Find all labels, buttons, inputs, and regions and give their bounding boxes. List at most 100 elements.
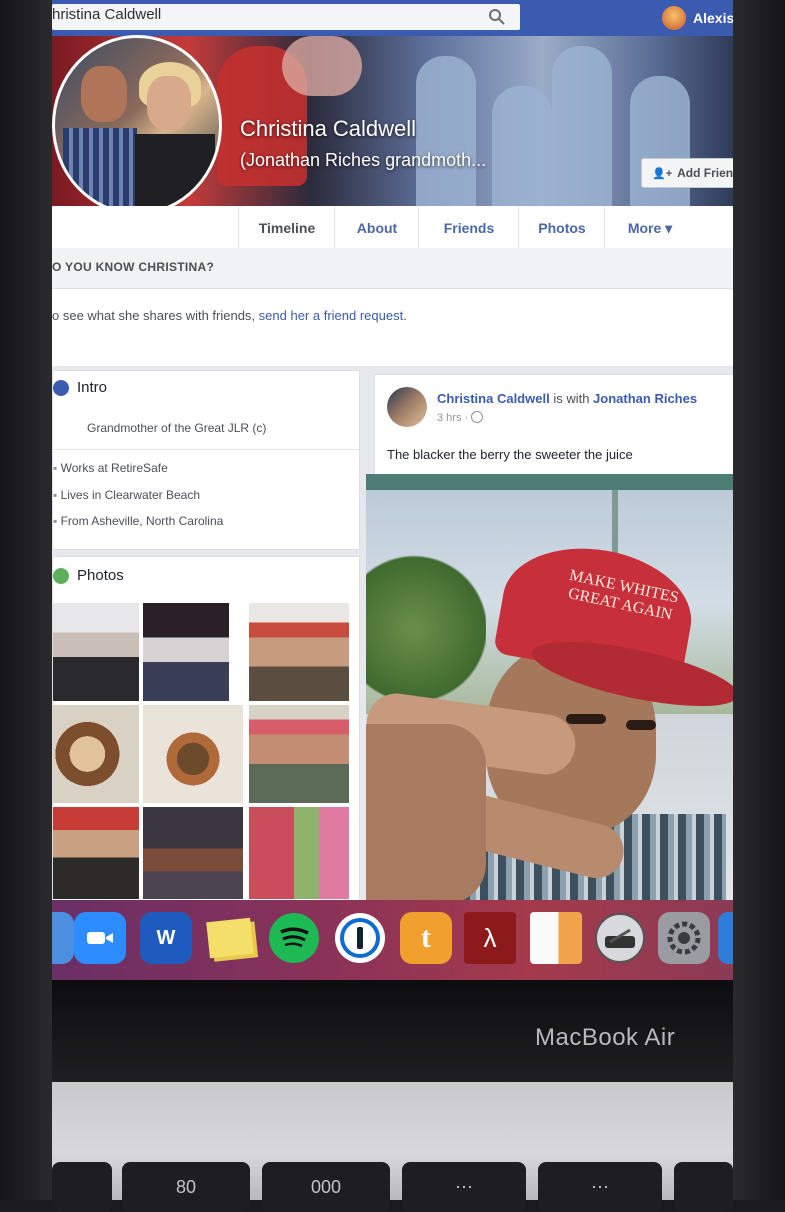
profile-alternate-name: (Jonathan Riches grandmoth... — [240, 150, 487, 170]
finder-icon[interactable] — [52, 912, 74, 964]
key-label: 80 — [175, 1176, 197, 1197]
window-frame — [366, 474, 733, 490]
add-friend-icon: 👤+ — [652, 167, 673, 180]
photo-thumbnail[interactable] — [53, 603, 139, 701]
app-icon-partial[interactable] — [718, 912, 733, 964]
person-face — [81, 66, 127, 122]
friend-prompt-text: o see what she shares with friends, send… — [52, 308, 407, 323]
intro-work-text: Works at RetireSafe — [60, 461, 168, 475]
intro-from: ▪ From Asheville, North Carolina — [53, 514, 224, 528]
intro-heading: Intro — [53, 379, 107, 396]
hand — [366, 724, 486, 904]
globe-icon — [53, 379, 69, 396]
video-camera-icon — [87, 932, 113, 944]
avatar — [662, 6, 686, 30]
tab-timeline[interactable]: Timeline — [238, 206, 335, 250]
tab-friends[interactable]: Friends — [418, 206, 519, 250]
friend-prompt-title: O YOU KNOW CHRISTINA? — [52, 248, 733, 289]
keyboard-key: ⋯ — [538, 1162, 662, 1212]
gear-icon — [667, 921, 701, 955]
photo-thumbnail[interactable] — [143, 603, 229, 701]
post-author-avatar[interactable] — [387, 387, 427, 427]
intro-bio: Grandmother of the Great JLR (c) — [87, 421, 267, 435]
tumblr-icon[interactable]: t — [400, 912, 452, 964]
laptop-screen: hristina Caldwell Alexis Christina Caldw… — [52, 0, 733, 980]
search-icon[interactable] — [488, 8, 506, 26]
post-photo[interactable]: MAKE WHITES GREAT AGAIN — [366, 474, 733, 904]
person-shirt — [63, 128, 137, 212]
post-card: Christina Caldwell is with Jonathan Rich… — [374, 374, 733, 476]
disk-utility-icon[interactable] — [594, 912, 646, 964]
acrobat-icon[interactable]: λ — [464, 912, 516, 964]
profile-name[interactable]: Christina Caldwell — [240, 116, 416, 142]
photos-heading: Photos — [53, 567, 124, 584]
intro-lives-text: Lives in Clearwater Beach — [60, 488, 200, 502]
profile-picture[interactable] — [52, 35, 222, 215]
intro-lives: ▪ Lives in Clearwater Beach — [53, 488, 200, 502]
keyboard-key — [52, 1162, 112, 1212]
eye — [626, 720, 656, 730]
tab-more[interactable]: More ▾ — [604, 206, 695, 250]
account-name: Alexis — [693, 10, 733, 26]
post-timestamp[interactable]: 3 hrs · — [437, 411, 484, 424]
tab-photos[interactable]: Photos — [518, 206, 605, 250]
photo-border-left — [0, 0, 52, 1200]
post-author-link[interactable]: Christina Caldwell — [437, 391, 550, 406]
photo-thumbnail[interactable] — [249, 603, 349, 701]
facebook-top-bar: hristina Caldwell Alexis — [52, 0, 733, 36]
spotify-icon[interactable] — [268, 912, 320, 964]
eye — [566, 714, 606, 724]
photo-thumbnail[interactable] — [53, 807, 139, 899]
cover-figure — [552, 46, 612, 206]
spotify-logo — [269, 913, 319, 963]
photo-thumbnail[interactable] — [249, 705, 349, 803]
key-label: 000 — [310, 1176, 342, 1197]
keyboard-key — [674, 1162, 733, 1212]
friend-prompt-text-end: . — [403, 308, 407, 323]
1password-logo — [335, 913, 385, 963]
intro-work: ▪ Works at RetireSafe — [53, 461, 168, 475]
friend-prompt-card: O YOU KNOW CHRISTINA? o see what she sha… — [52, 248, 733, 366]
photo-thumbnail[interactable] — [143, 807, 243, 899]
keyboard-key: ⋯ — [402, 1162, 526, 1212]
add-friend-label: Add Frien — [677, 166, 733, 180]
photo-thumbnail[interactable] — [249, 807, 349, 899]
1password-icon[interactable] — [334, 912, 386, 964]
zoom-icon[interactable] — [74, 912, 126, 964]
macos-dock: W t λ — [52, 900, 733, 980]
cover-figure — [416, 56, 476, 206]
cover-figure — [282, 36, 362, 96]
person-shirt — [135, 134, 215, 212]
photo-thumbnail[interactable] — [143, 705, 243, 803]
add-friend-button[interactable]: 👤+ Add Frien — [641, 158, 733, 188]
intro-title: Intro — [77, 379, 108, 396]
account-button[interactable]: Alexis — [662, 6, 733, 30]
photos-card: Photos — [52, 556, 360, 904]
friend-prompt-text-start: o see what she shares with friends, — [52, 308, 259, 323]
photo-thumbnail[interactable] — [53, 705, 139, 803]
post-with-text: is with — [549, 391, 594, 406]
person-face — [147, 76, 191, 130]
post-text: The blacker the berry the sweeter the ju… — [387, 447, 633, 462]
word-icon[interactable]: W — [140, 912, 192, 964]
photos-title[interactable]: Photos — [77, 567, 124, 584]
intro-from-text: From Asheville, North Carolina — [60, 514, 224, 528]
stickies-icon[interactable] — [204, 912, 256, 964]
keyboard-key-mission-control: 80 — [122, 1162, 250, 1212]
photo-border-right — [733, 0, 785, 1200]
photos-icon — [53, 567, 69, 584]
keyboard-key-launchpad: 000 — [262, 1162, 390, 1212]
disk-utility-logo — [595, 913, 645, 963]
search-input[interactable]: hristina Caldwell — [52, 4, 520, 30]
laptop-brand-label: MacBook Air — [535, 1024, 676, 1051]
post-tagged-link[interactable]: Jonathan Riches — [593, 391, 697, 406]
search-value: hristina Caldwell — [52, 6, 162, 23]
post-header: Christina Caldwell is with Jonathan Rich… — [437, 391, 697, 406]
system-preferences-icon[interactable] — [658, 912, 710, 964]
tab-about[interactable]: About — [334, 206, 419, 250]
post-time-text: 3 hrs · — [437, 412, 469, 424]
send-friend-request-link[interactable]: send her a friend request — [259, 308, 404, 323]
profile-tabs: Timeline About Friends Photos More ▾ — [52, 206, 733, 251]
calendar-app-icon[interactable] — [530, 912, 582, 964]
cover-figure — [492, 86, 552, 206]
